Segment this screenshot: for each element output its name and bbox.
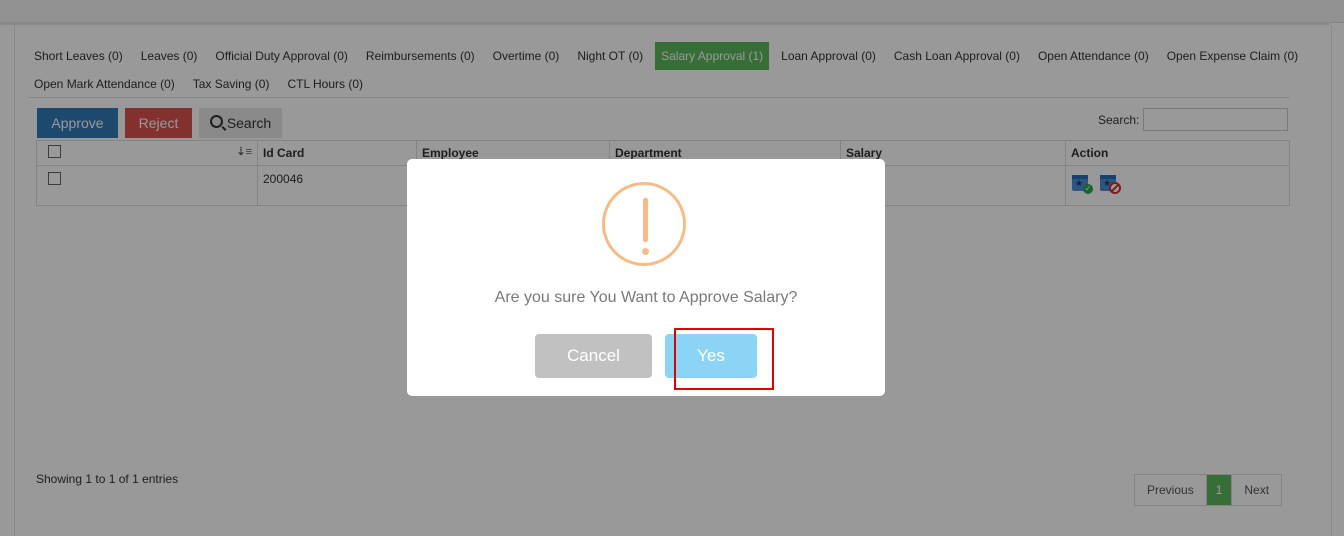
cancel-button[interactable]: Cancel (535, 334, 652, 378)
yes-button-highlight (674, 328, 774, 390)
dialog-message: Are you sure You Want to Approve Salary? (494, 289, 798, 306)
warning-icon (602, 182, 686, 266)
confirm-dialog: Are you sure You Want to Approve Salary?… (407, 159, 885, 396)
